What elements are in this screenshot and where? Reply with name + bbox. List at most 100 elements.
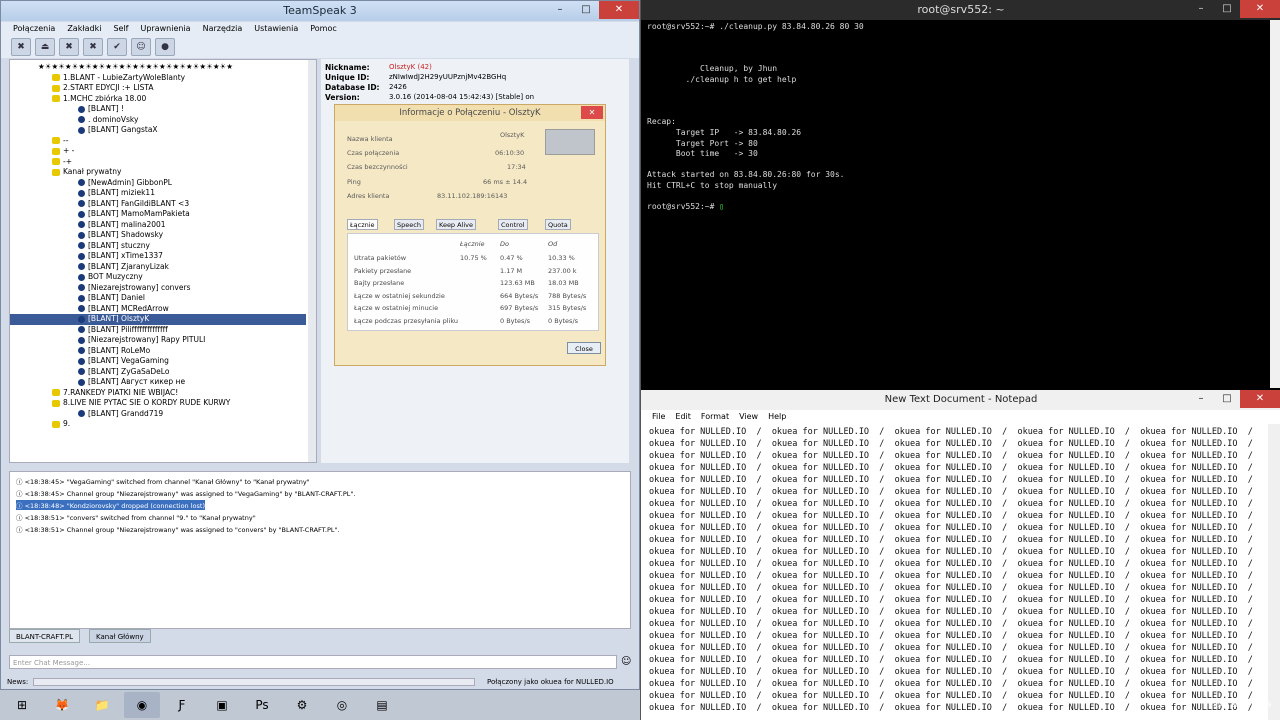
user-row[interactable]: [BLANT] FanGildiBLANT <3 <box>10 199 306 210</box>
channel-row[interactable]: 2.START EDYCJI :+ LISTA <box>10 83 306 94</box>
channel-row[interactable]: 7.RANKEDY PIATKI NIE WBIJAC! <box>10 388 306 399</box>
notepad-minimize[interactable]: – <box>1188 390 1214 408</box>
terminal-scrollbar[interactable] <box>1270 20 1280 388</box>
user-row[interactable]: [BLANT] OlsztyK <box>10 314 306 325</box>
tab-2[interactable]: Keep Alive <box>436 219 477 230</box>
user-row[interactable]: [BLANT] ! <box>10 104 306 115</box>
dialog-close-icon[interactable]: ✕ <box>581 106 603 119</box>
status-bar: News: Połączony jako okuea for NULLED.IO <box>1 675 639 689</box>
notepad-menu-item[interactable]: View <box>734 410 763 424</box>
notepad-menu-item[interactable]: Edit <box>670 410 696 424</box>
stats-from: 315 Bytes/s <box>548 304 587 312</box>
user-row[interactable]: [BLANT] Август кикер не <box>10 377 306 388</box>
user-row[interactable]: [BLANT] Grandd719 <box>10 409 306 420</box>
menu-item[interactable]: Narzędzia <box>197 22 249 36</box>
channel-row[interactable]: Kanał prywatny <box>10 167 306 178</box>
user-name: . dominoVsky <box>88 114 139 124</box>
maximize-button[interactable]: □ <box>573 1 599 19</box>
tab-0[interactable]: Łącznie <box>347 219 378 230</box>
notepad-menu-item[interactable]: Help <box>763 410 791 424</box>
client-name-label: Nazwa klienta <box>347 135 393 143</box>
tab-channel[interactable]: Kanał Główny <box>89 629 151 643</box>
tab-1[interactable]: Speech <box>394 219 424 230</box>
terminal-output[interactable]: root@srv552:~# ./cleanup.py 83.84.80.26 … <box>647 22 1267 382</box>
menu-item[interactable]: Self <box>107 22 134 36</box>
uid-label: Unique ID: <box>325 73 370 82</box>
explorer-icon[interactable]: 📁 <box>84 692 120 718</box>
minimize-button[interactable]: – <box>547 1 573 19</box>
menu-item[interactable]: Ustawienia <box>248 22 304 36</box>
channel-row[interactable]: + - <box>10 146 306 157</box>
user-name: [Niezarejstrowany] convers <box>88 282 191 292</box>
user-row[interactable]: [BLANT] ZjaranyLizak <box>10 262 306 273</box>
user-row[interactable]: [BLANT] malina2001 <box>10 220 306 231</box>
notepad-text-area[interactable]: okuea for NULLED.IO / okuea for NULLED.I… <box>649 426 1269 716</box>
disconnect-icon[interactable]: ✖ <box>11 38 31 56</box>
menu-item[interactable]: Pomoc <box>304 22 343 36</box>
firefox-icon[interactable]: 🦊 <box>44 692 80 718</box>
mute-speaker-icon[interactable]: ✖ <box>83 38 103 56</box>
contacts-icon[interactable]: ☺ <box>131 38 151 56</box>
user-name: [BLANT] OlsztyK <box>88 314 150 323</box>
notepad-maximize[interactable]: □ <box>1214 390 1240 408</box>
user-row[interactable]: [BLANT] miziek11 <box>10 188 306 199</box>
user-row[interactable]: [BLANT] xTime1337 <box>10 251 306 262</box>
tab-4[interactable]: Quota <box>545 219 571 230</box>
user-row[interactable]: [Niezarejstrowany] convers <box>10 283 306 294</box>
stats-to: 0.47 % <box>500 254 523 262</box>
emoji-icon[interactable]: ☺ <box>621 656 631 667</box>
notepad-menu-item[interactable]: File <box>647 410 670 424</box>
user-row[interactable]: [BLANT] stuczny <box>10 241 306 252</box>
log-line: ⓘ <18:38:51> Channel group "Niezarejstro… <box>16 526 340 534</box>
user-row[interactable]: . dominoVsky <box>10 115 306 126</box>
chat-input[interactable]: Enter Chat Message... <box>9 655 617 669</box>
user-row[interactable]: [BLANT] VegaGaming <box>10 356 306 367</box>
photoshop-icon[interactable]: Ps <box>244 692 280 718</box>
teamspeak-icon[interactable]: ◉ <box>124 692 160 718</box>
notepad-icon[interactable]: ▤ <box>364 692 400 718</box>
close-button[interactable]: ✕ <box>599 1 639 19</box>
channel-row[interactable]: -+ <box>10 157 306 168</box>
user-icon <box>78 326 85 333</box>
windows-start-icon[interactable]: ⊞ <box>4 692 40 718</box>
user-row[interactable]: [BLANT] Shadowsky <box>10 230 306 241</box>
tab-server[interactable]: BLANT-CRAFT.PL <box>9 629 80 643</box>
whisper-icon[interactable]: ● <box>155 38 175 56</box>
user-row[interactable]: [BLANT] Daniel <box>10 293 306 304</box>
user-row[interactable]: [BLANT] MCRedArrow <box>10 304 306 315</box>
notepad-scrollbar[interactable] <box>1268 424 1280 720</box>
mute-mic-icon[interactable]: ✖ <box>59 38 79 56</box>
menu-item[interactable]: Uprawnienia <box>135 22 197 36</box>
user-row[interactable]: [BLANT] GangstaX <box>10 125 306 136</box>
channel-row[interactable]: 8.LIVE NIE PYTAC SIE O KORDY RUDE KURWY <box>10 398 306 409</box>
tree-scrollbar[interactable] <box>308 60 316 462</box>
away-icon[interactable]: ⏏ <box>35 38 55 56</box>
subscribe-icon[interactable]: ✔ <box>107 38 127 56</box>
menu-item[interactable]: Zakładki <box>61 22 107 36</box>
terminal-maximize[interactable]: □ <box>1214 0 1240 18</box>
notepad-menu-item[interactable]: Format <box>696 410 734 424</box>
channel-row[interactable]: 1.MCHC zbiórka 18.00 <box>10 94 306 105</box>
user-row[interactable]: [BLANT] Piliffffffffffffff <box>10 325 306 336</box>
putty-icon[interactable]: ▣ <box>204 692 240 718</box>
user-row[interactable]: [BLANT] RoLeMo <box>10 346 306 357</box>
close-dialog-button[interactable]: Close <box>567 342 601 354</box>
tab-3[interactable]: Control <box>498 219 528 230</box>
channel-row[interactable]: 9. <box>10 419 306 430</box>
user-row[interactable]: [BLANT] ZyGaSaDeLo <box>10 367 306 378</box>
user-row[interactable]: [Niezarejstrowany] Rapy PITULI <box>10 335 306 346</box>
user-row[interactable]: [NewAdmin] GibbonPL <box>10 178 306 189</box>
terminal-close[interactable]: ✕ <box>1240 0 1280 18</box>
spacer-row[interactable]: ★☀★☀★☀★☀★☀★☀★☀★☀★☀★☀★☀★☀★☀★☀★ <box>10 62 306 73</box>
channel-row[interactable]: -- <box>10 136 306 147</box>
steam-app-icon[interactable]: ⚙ <box>284 692 320 718</box>
channel-row[interactable]: 1.BLANT - LubieZartyWoleBlanty <box>10 73 306 84</box>
notepad-close[interactable]: ✕ <box>1240 390 1280 408</box>
user-row[interactable]: [BLANT] MamoMamPakieta <box>10 209 306 220</box>
stats-from: 788 Bytes/s <box>548 291 587 300</box>
user-row[interactable]: BOT Muzyczny <box>10 272 306 283</box>
filezilla-icon[interactable]: Ƒ <box>164 692 200 718</box>
menu-item[interactable]: Połączenia <box>7 22 61 36</box>
chrome-icon[interactable]: ◎ <box>324 692 360 718</box>
terminal-minimize[interactable]: – <box>1188 0 1214 18</box>
